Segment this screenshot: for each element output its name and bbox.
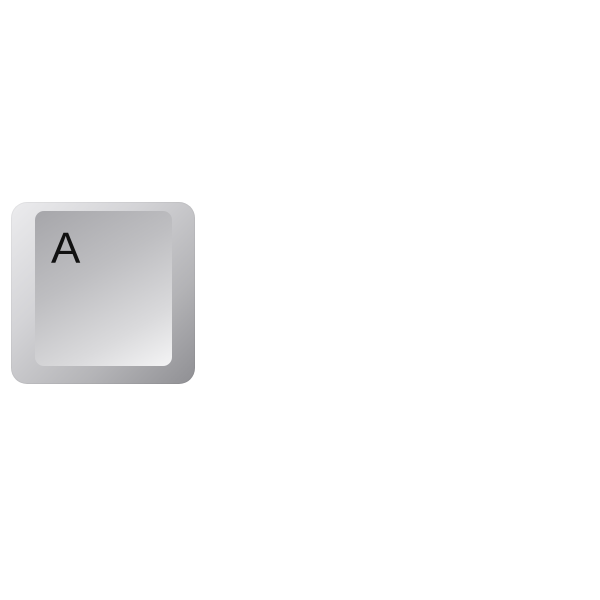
keyboard-key-a[interactable]: A <box>11 202 195 384</box>
key-face: A <box>35 211 172 366</box>
key-label: A <box>51 224 81 273</box>
